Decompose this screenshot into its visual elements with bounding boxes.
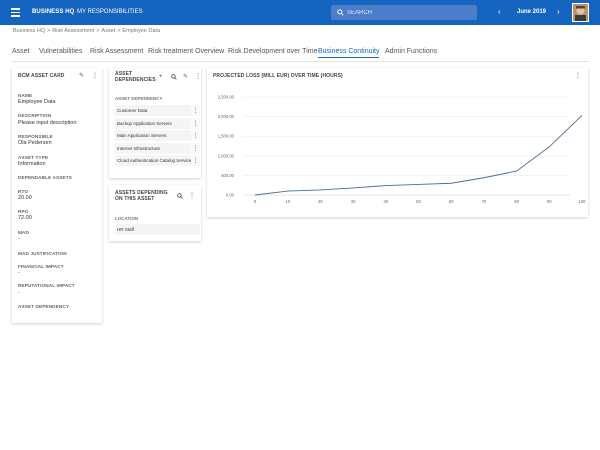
- x-tick-label: 70: [482, 199, 487, 204]
- series-line: [254, 115, 583, 196]
- more-vertical-icon[interactable]: ⋮: [189, 193, 195, 199]
- y-tick-label: 2,000.00: [218, 114, 235, 119]
- search-box[interactable]: [331, 5, 477, 20]
- assets-depending-card: ASSETS DEPENDING ON THIS ASSET ⋮ LOCATIO…: [109, 185, 201, 241]
- breadcrumb-item[interactable]: Risk Assessment: [52, 28, 94, 34]
- bcm-asset-card: BCM ASSET CARD ✎ ⋮ NAME Employee Data DE…: [12, 68, 102, 323]
- card-title-line2: ON THIS ASSET: [115, 196, 155, 202]
- description-label: DESCRIPTION: [18, 113, 52, 118]
- row-label: Customer Data: [117, 108, 148, 113]
- name-value: Employee Data: [18, 99, 56, 105]
- current-month: June 2019: [517, 9, 547, 15]
- hamburger-menu-icon[interactable]: [11, 8, 20, 17]
- tab-business-continuity[interactable]: Business Continuity: [318, 48, 380, 58]
- reputational-impact-value: -: [18, 290, 20, 296]
- tab-vulnerabilities[interactable]: Vulnerabilities: [39, 48, 82, 55]
- rto-label: RTO: [18, 189, 29, 194]
- projected-loss-chart: 0.00 500.00 1,000.00 1,500.00 2,000.00 2,500.…: [218, 95, 587, 205]
- top-bar: BUSINESS HQ MY RESPONSIBILITIES ‹ June 2…: [0, 0, 600, 25]
- table-row[interactable]: Internet Infrastructure ⋮: [115, 143, 200, 155]
- rpo-label: RPO: [18, 209, 29, 214]
- x-tick-label: 60: [449, 199, 454, 204]
- search-input[interactable]: [347, 7, 472, 18]
- rpo-value: 72.00: [18, 215, 32, 221]
- my-responsibilities-link[interactable]: MY RESPONSIBILITIES: [77, 9, 143, 15]
- y-tick-label: 2,500.00: [218, 95, 235, 100]
- card-title: BCM ASSET CARD: [18, 73, 65, 79]
- responsible-value: Ola Pedersen: [18, 140, 52, 146]
- x-tick-label: 10: [285, 199, 290, 204]
- tab-risk-assessment[interactable]: Risk Assessment: [90, 48, 143, 55]
- add-icon[interactable]: +: [159, 74, 163, 80]
- previous-month-button[interactable]: ‹: [498, 8, 501, 16]
- row-more-icon[interactable]: ⋮: [191, 105, 200, 116]
- row-label: Main Application Servers: [117, 133, 167, 138]
- table-row[interactable]: Cloud Authentication Catalog Services ⋮: [115, 155, 200, 167]
- financial-impact-value: -: [18, 270, 20, 276]
- table-row[interactable]: HR Staff: [115, 224, 200, 236]
- tab-risk-treatment-overview[interactable]: Risk treatment Overview: [148, 48, 224, 55]
- row-more-icon[interactable]: ⋮: [191, 118, 200, 129]
- row-label: Backup Application Servers: [117, 121, 172, 126]
- y-tick-label: 0.00: [226, 193, 235, 198]
- x-tick-label: 100: [579, 199, 587, 204]
- table-row[interactable]: Backup Application Servers ⋮: [115, 118, 200, 130]
- table-row[interactable]: Main Application Servers ⋮: [115, 130, 200, 142]
- mad-label: MAD: [18, 230, 29, 235]
- column-header: LOCATION: [115, 216, 139, 221]
- x-tick-label: 80: [514, 199, 519, 204]
- brand-link[interactable]: BUSINESS HQ: [32, 9, 74, 15]
- asset-dependency-label: ASSET DEPENDENCY: [18, 304, 70, 309]
- row-label: HR Staff: [117, 227, 134, 232]
- description-value: Please input description: [18, 120, 77, 126]
- more-vertical-icon[interactable]: ⋮: [195, 74, 201, 80]
- edit-icon[interactable]: ✎: [79, 73, 84, 79]
- breadcrumb-item[interactable]: Employee Data: [122, 28, 160, 34]
- table-row[interactable]: Customer Data ⋮: [115, 105, 200, 117]
- search-icon: [337, 9, 344, 16]
- row-label: Cloud Authentication Catalog Services: [117, 158, 194, 163]
- asset-type-value: Information: [18, 161, 46, 167]
- card-title-line2: DEPENDENCIES: [115, 77, 156, 83]
- y-tick-label: 1,000.00: [218, 153, 235, 158]
- breadcrumb-item[interactable]: Business HQ: [13, 28, 45, 34]
- search-icon[interactable]: [171, 74, 177, 82]
- column-header: ASSET DEPENDENCY: [115, 96, 163, 101]
- tab-risk-development[interactable]: Risk Development over Time: [228, 48, 317, 55]
- financial-impact-label: FINANCIAL IMPACT: [18, 264, 64, 269]
- tab-divider: [12, 61, 589, 62]
- next-month-button[interactable]: ›: [557, 8, 560, 16]
- rto-value: 20.00: [18, 195, 32, 201]
- x-tick-label: 30: [351, 199, 356, 204]
- tab-asset[interactable]: Asset: [12, 48, 30, 55]
- breadcrumb-item[interactable]: Asset: [101, 28, 115, 34]
- x-tick-label: 40: [383, 199, 388, 204]
- more-vertical-icon[interactable]: ⋮: [92, 73, 98, 79]
- row-more-icon[interactable]: ⋮: [191, 130, 200, 141]
- row-more-icon[interactable]: ⋮: [191, 155, 200, 166]
- y-tick-label: 1,500.00: [218, 134, 235, 139]
- breadcrumb: Business HQ > Risk Assessment > Asset > Employ…: [13, 28, 161, 34]
- asset-type-label: ASSET TYPE: [18, 155, 49, 160]
- tab-admin-functions[interactable]: Admin Functions: [385, 48, 437, 55]
- responsible-label: RESPONSIBLE: [18, 134, 53, 139]
- avatar[interactable]: [572, 3, 589, 22]
- x-tick-label: 50: [416, 199, 421, 204]
- search-icon[interactable]: [177, 193, 183, 201]
- mad-value: -: [18, 236, 20, 242]
- name-label: NAME: [18, 93, 33, 98]
- mad-justification-label: MAD JUSTIFICATION: [18, 251, 67, 256]
- edit-icon[interactable]: ✎: [183, 74, 188, 80]
- projected-loss-chart-card: PROJECTED LOSS (MILL EUR) OVER TIME (HOU…: [207, 68, 588, 217]
- asset-dependencies-card: ASSET DEPENDENCIES + ✎ ⋮ ASSET DEPENDENC…: [109, 68, 201, 178]
- x-tick-label: 20: [318, 199, 323, 204]
- reputational-impact-label: REPUTATIONAL IMPACT: [18, 283, 75, 288]
- row-label: Internet Infrastructure: [117, 146, 161, 151]
- dependable-assets-label: DEPENDABLE ASSETS: [18, 175, 72, 180]
- x-tick-label: 0: [254, 199, 257, 204]
- row-more-icon[interactable]: ⋮: [191, 143, 200, 154]
- x-tick-label: 90: [547, 199, 552, 204]
- y-tick-label: 500.00: [221, 173, 234, 178]
